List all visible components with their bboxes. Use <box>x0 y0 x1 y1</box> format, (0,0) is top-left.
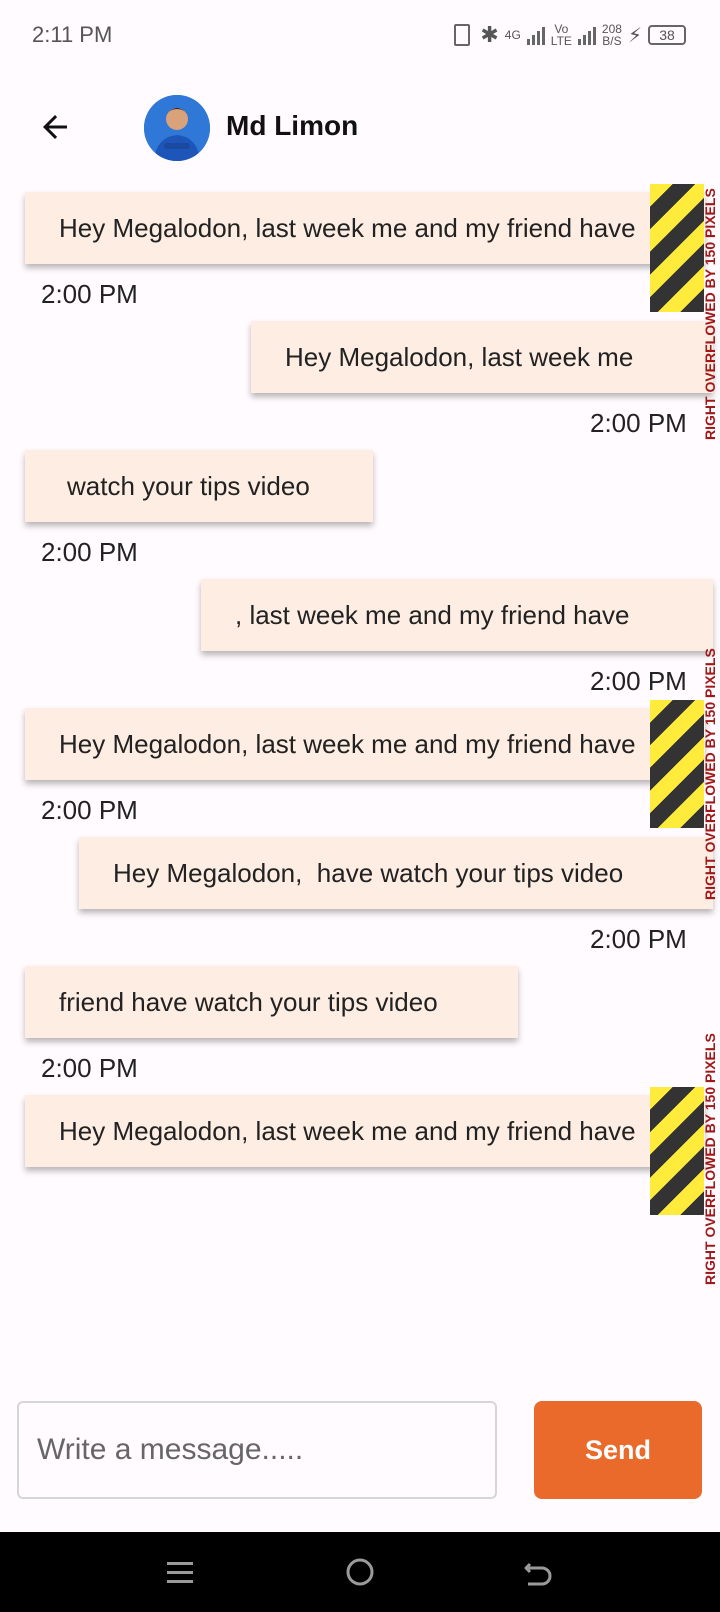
network-type-4g: 4G <box>504 28 521 42</box>
back-arrow-icon <box>524 1562 552 1586</box>
message-text: Hey Megalodon, last week me <box>285 342 634 372</box>
network-type-volte: Vo LTE <box>550 22 572 48</box>
vibrate-icon <box>454 24 471 46</box>
home-nav-button[interactable] <box>338 1550 382 1594</box>
back-nav-button[interactable] <box>516 1550 560 1594</box>
message-bubble-sent[interactable]: , last week me and my friend have <box>201 579 713 651</box>
overflow-indicator <box>650 184 704 312</box>
overflow-warning-text: RIGHT OVERFLOWED BY 150 PIXELS <box>702 188 718 440</box>
message-bubble-sent[interactable]: Hey Megalodon, have watch your tips vide… <box>79 837 713 909</box>
signal-icon-2 <box>577 25 596 45</box>
signal-icon <box>526 25 545 45</box>
overflow-indicator <box>650 1087 704 1215</box>
message-bubble-received[interactable]: Hey Megalodon, last week me and my frien… <box>25 1095 705 1167</box>
message-bubble-received[interactable]: friend have watch your tips video <box>25 966 518 1038</box>
message-text: , last week me and my friend have <box>235 600 630 630</box>
overflow-indicator <box>650 700 704 828</box>
status-bar: 2:11 PM ✱ 4G Vo LTE 208 B/S ⚡ 38 <box>0 0 720 72</box>
menu-nav-button[interactable] <box>158 1550 202 1594</box>
message-text: Hey Megalodon, last week me and my frien… <box>59 729 636 759</box>
status-icons: ✱ 4G Vo LTE 208 B/S ⚡ 38 <box>450 20 686 50</box>
message-bubble-received[interactable]: watch your tips video <box>25 450 373 522</box>
app-bar: Md Limon <box>0 80 720 180</box>
avatar[interactable] <box>144 95 210 161</box>
message-time: 2:00 PM <box>41 537 138 567</box>
status-time: 2:11 PM <box>32 22 113 47</box>
overflow-warning-text: RIGHT OVERFLOWED BY 150 PIXELS <box>702 1033 718 1285</box>
arrow-left-icon <box>43 115 67 139</box>
bluetooth-icon: ✱ <box>480 22 499 47</box>
overflow-warning-text: RIGHT OVERFLOWED BY 150 PIXELS <box>702 648 718 900</box>
battery-icon: 38 <box>648 25 686 45</box>
message-time: 2:00 PM <box>41 1053 138 1083</box>
message-text: watch your tips video <box>67 471 310 501</box>
network-speed: 208 B/S <box>601 22 622 48</box>
avatar-image <box>144 95 210 161</box>
message-bubble-sent[interactable]: Hey Megalodon, last week me <box>251 321 713 393</box>
send-button[interactable]: Send <box>534 1401 702 1499</box>
message-time: 2:00 PM <box>41 279 138 309</box>
contact-name: Md Limon <box>226 110 359 141</box>
message-bubble-received[interactable]: Hey Megalodon, last week me and my frien… <box>25 192 705 264</box>
message-text: friend have watch your tips video <box>59 987 438 1017</box>
message-input[interactable] <box>17 1401 497 1499</box>
charging-icon: ⚡ <box>627 24 642 47</box>
back-button[interactable] <box>30 102 80 152</box>
message-text: Hey Megalodon, last week me and my frien… <box>59 213 636 243</box>
message-time: 2:00 PM <box>590 924 687 954</box>
menu-icon <box>167 1562 193 1583</box>
message-time: 2:00 PM <box>590 408 687 438</box>
message-time: 2:00 PM <box>41 795 138 825</box>
home-circle-icon <box>346 1558 374 1586</box>
message-bubble-received[interactable]: Hey Megalodon, last week me and my frien… <box>25 708 705 780</box>
message-text: Hey Megalodon, have watch your tips vide… <box>113 858 624 888</box>
message-text: Hey Megalodon, last week me and my frien… <box>59 1116 636 1146</box>
message-time: 2:00 PM <box>590 666 687 696</box>
system-nav-bar <box>0 1532 720 1612</box>
